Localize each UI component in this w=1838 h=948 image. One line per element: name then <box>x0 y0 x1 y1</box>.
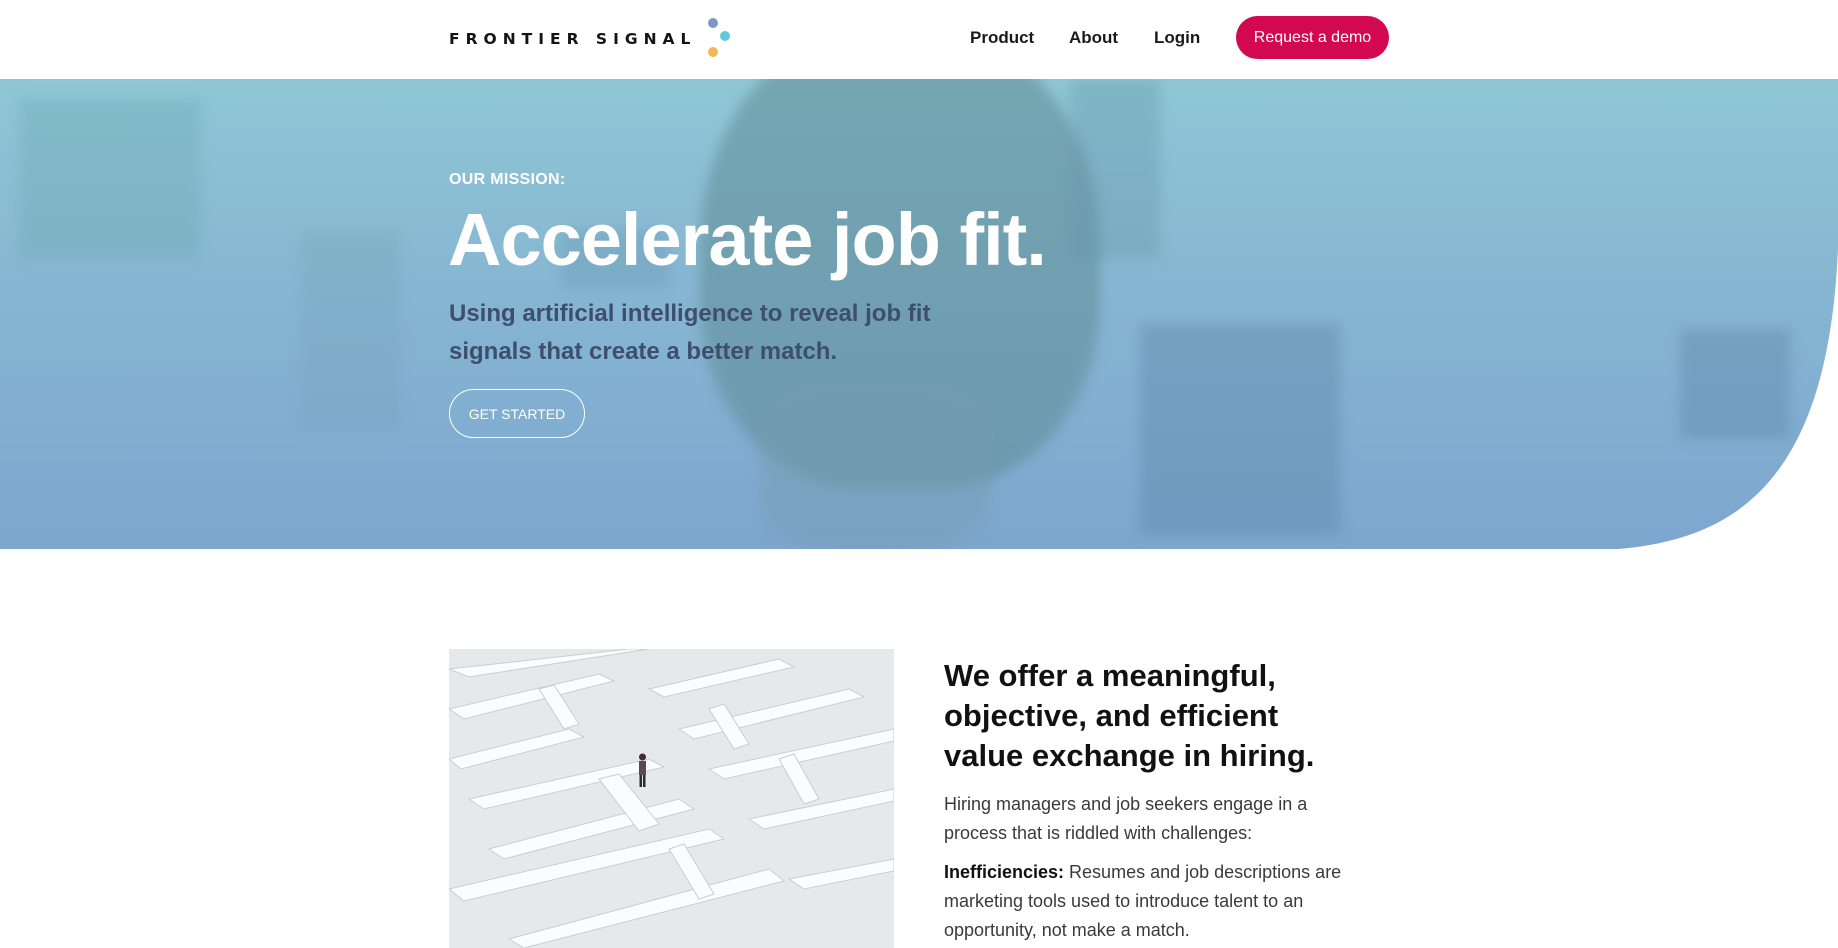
hero-section: OUR MISSION: Accelerate job fit. Using a… <box>0 79 1838 549</box>
maze-image <box>449 649 894 948</box>
hero-title: Accelerate job fit. <box>448 198 1047 281</box>
maze-illustration <box>449 649 894 948</box>
offer-heading: We offer a meaningful, objective, and ef… <box>944 658 1315 773</box>
nav-product[interactable]: Product <box>970 28 1034 48</box>
bg-shape <box>1070 79 1160 259</box>
offer-intro: Hiring managers and job seekers engage i… <box>944 794 1308 843</box>
hero-subtitle: Using artificial intelligence to reveal … <box>449 300 931 365</box>
request-demo-button[interactable]: Request a demo <box>1236 16 1389 59</box>
bg-shape <box>300 229 400 429</box>
nav-about[interactable]: About <box>1069 28 1118 48</box>
offer-point-label: Inefficiencies: <box>944 862 1065 882</box>
hero-eyebrow: OUR MISSION: <box>449 171 566 188</box>
bg-shape <box>1140 324 1340 534</box>
bg-person-neck <box>760 379 990 549</box>
bg-shape <box>20 99 200 259</box>
hero-curve-shape <box>1618 249 1838 549</box>
offer-point-inefficiencies: Inefficiencies: Resumes and job descript… <box>944 858 1364 945</box>
get-started-button[interactable]: GET STARTED <box>449 389 585 438</box>
site-header: FRONTIER SIGNAL Product About Login Requ… <box>0 0 1838 79</box>
main-nav: Product About Login Request a demo <box>0 0 1838 79</box>
nav-login[interactable]: Login <box>1154 28 1200 48</box>
